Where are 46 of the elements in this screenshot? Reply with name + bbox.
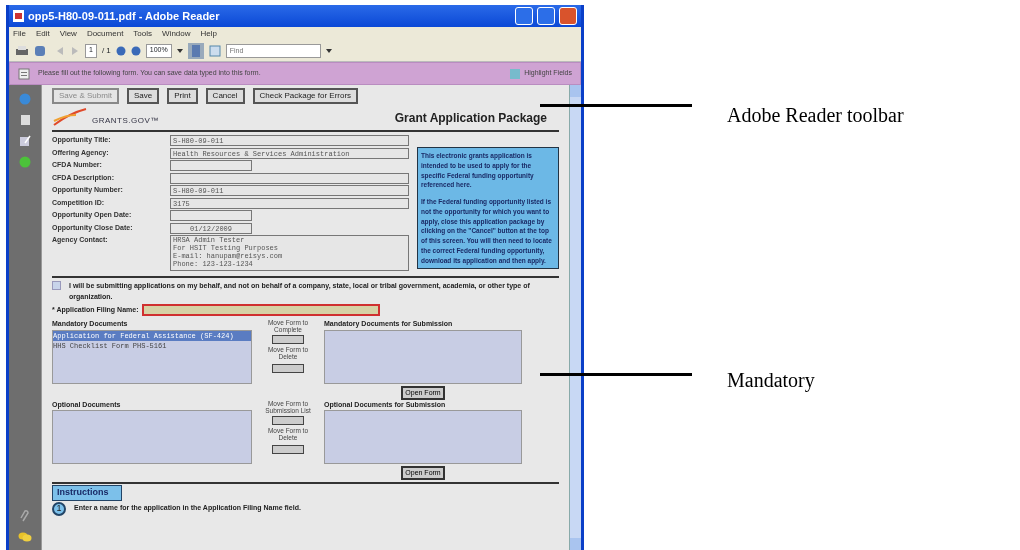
submission-list[interactable] — [324, 410, 522, 464]
add-button[interactable] — [272, 335, 304, 344]
empty-text-field[interactable] — [170, 172, 409, 184]
form-button[interactable]: Check Package for Errors — [252, 88, 359, 104]
form-button[interactable]: Save — [126, 88, 160, 104]
page-heading: Grant Application Package — [394, 110, 547, 127]
menu-item[interactable]: Document — [86, 27, 124, 40]
menu-item[interactable]: Help — [200, 27, 217, 40]
callout-label: Adobe Reader toolbar — [727, 103, 904, 128]
swoosh-logo-icon — [52, 107, 88, 127]
submission-list[interactable] — [324, 329, 522, 384]
pdf-file-icon — [13, 10, 24, 22]
add-button[interactable] — [272, 415, 304, 425]
checkbox[interactable] — [52, 281, 61, 290]
comments-icon[interactable] — [18, 532, 32, 542]
page-total: / 1 — [101, 44, 111, 57]
print-icon[interactable] — [15, 44, 29, 57]
menu-item[interactable]: Edit — [35, 27, 50, 40]
dropdown-icon[interactable] — [325, 48, 332, 53]
remove-button[interactable] — [272, 364, 304, 373]
form-button[interactable]: Print — [167, 88, 198, 104]
remove-button[interactable] — [272, 444, 304, 454]
menu-item[interactable]: File — [13, 27, 26, 40]
menu-item[interactable]: Tools — [133, 27, 153, 40]
close-button[interactable] — [559, 7, 577, 25]
form-icon — [18, 67, 30, 80]
maximize-button[interactable] — [537, 7, 555, 25]
pages-icon[interactable] — [19, 114, 31, 126]
paperclip-icon[interactable] — [20, 509, 30, 523]
fit-page-icon[interactable] — [208, 44, 221, 57]
document-list[interactable] — [52, 410, 252, 464]
filing-name-field[interactable] — [142, 304, 381, 316]
callout-label: Mandatory — [727, 368, 815, 394]
step-number: 1 — [52, 501, 66, 516]
single-page-icon[interactable] — [187, 42, 204, 59]
logo-text: GRANTS.GOV™ — [92, 115, 159, 127]
minimize-button[interactable] — [515, 7, 533, 25]
sign-icon[interactable] — [19, 135, 31, 147]
help-icon[interactable] — [19, 156, 31, 168]
menu-item[interactable]: Window — [162, 27, 191, 40]
window-title: opp5-H80-09-011.pdf - Adobe Reader — [28, 8, 221, 24]
empty-text-field[interactable] — [170, 210, 252, 221]
dropdown-icon[interactable] — [176, 48, 183, 53]
empty-text-field[interactable] — [170, 160, 252, 171]
menu-item[interactable]: View — [59, 27, 77, 40]
form-button[interactable]: Cancel — [205, 88, 245, 104]
